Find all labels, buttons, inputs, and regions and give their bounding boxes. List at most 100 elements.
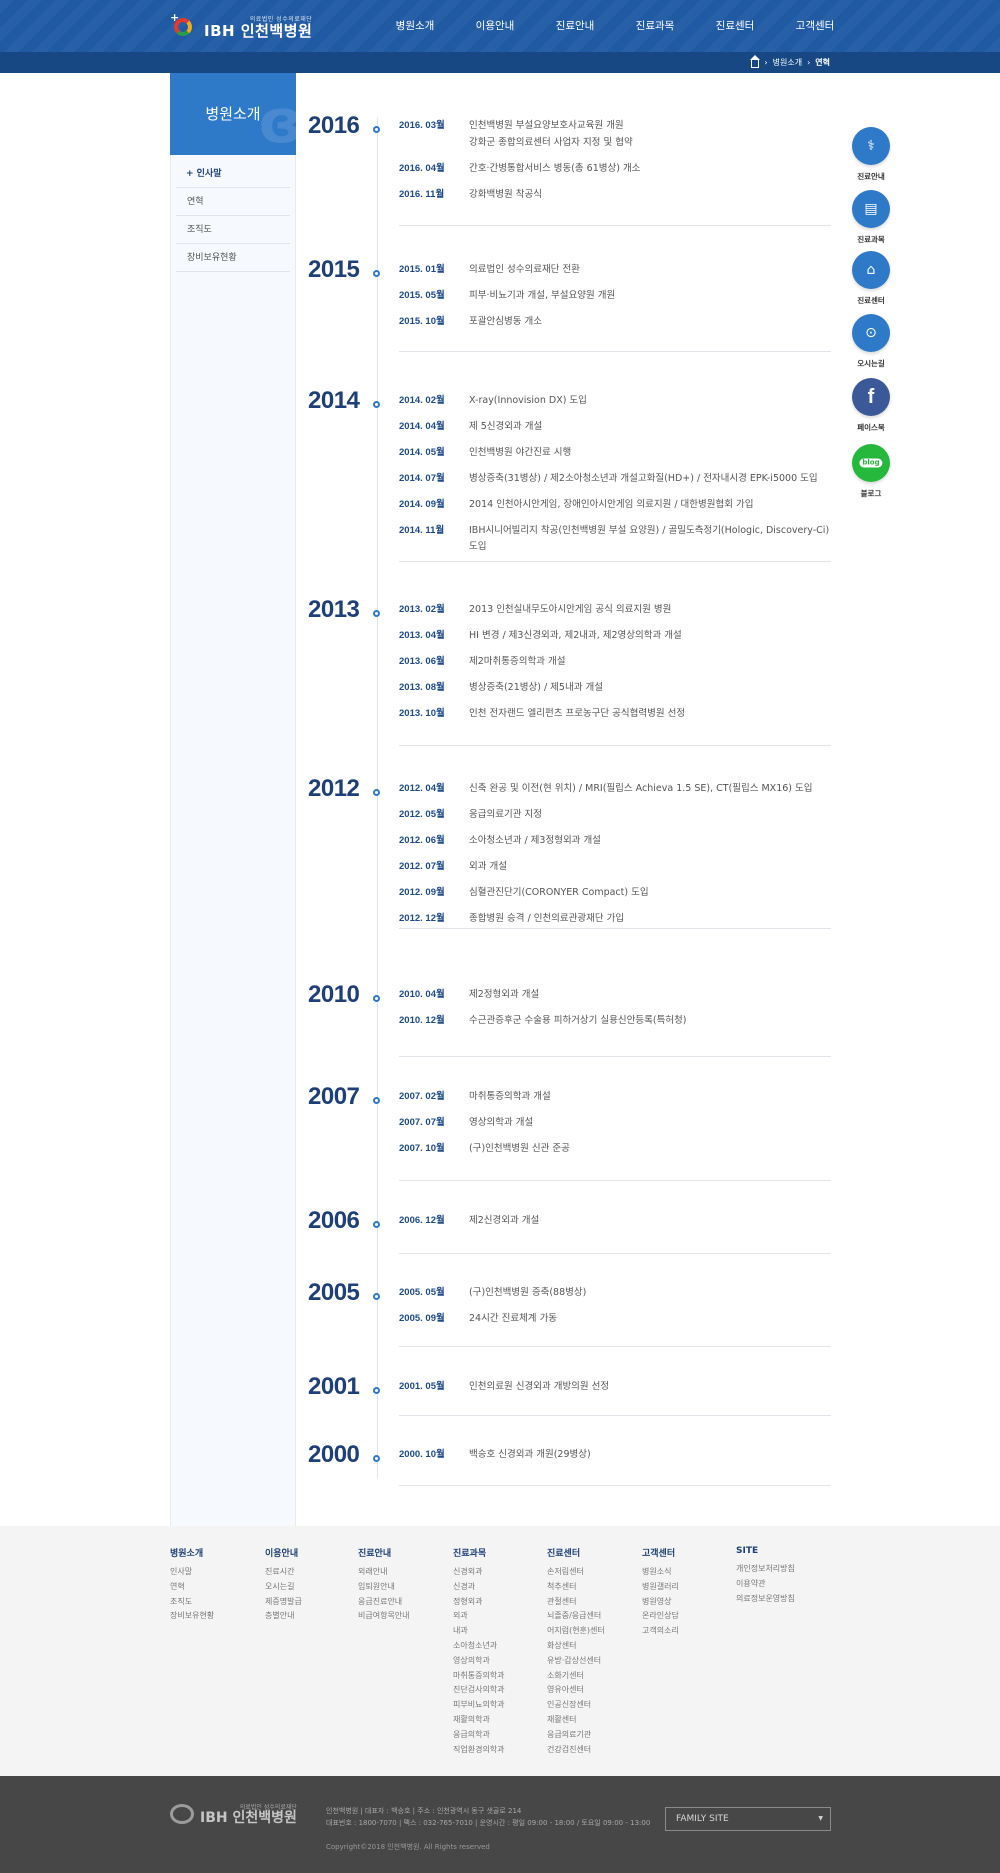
footer-sitemap-link[interactable]: 장비보유현황 [170,1609,260,1624]
footer-sitemap-link[interactable]: 인공신장센터 [547,1698,637,1713]
footer-sitemap-link[interactable]: 병원갤러리 [642,1580,732,1595]
year-label: 2007 [308,1083,360,1110]
quick-menu-button[interactable]: ⚕ [852,127,890,165]
footer-sitemap-link[interactable]: 어지럼(현훈)센터 [547,1624,637,1639]
footer-sitemap-list: 인사말 연혁 조직도 장비보유현황 [170,1565,260,1624]
footer-sitemap-heading[interactable]: 진료센터 [547,1546,637,1559]
nav-item-guide[interactable]: 이용안내 [455,0,535,52]
footer-sitemap-link[interactable]: 개인정보처리방침 [736,1562,826,1577]
blog-icon: blog [859,458,883,468]
footer-sitemap-link[interactable]: 소아청소년과 [453,1639,543,1654]
quick-menu-item[interactable]: f 페이스북 [851,378,891,433]
footer-sitemap-link[interactable]: 신경외과 [453,1565,543,1580]
sidebar-item-greeting[interactable]: + 인사말 [176,160,290,188]
footer-sitemap-link[interactable]: 온라인상담 [642,1609,732,1624]
sidebar-item-history[interactable]: 연혁 [176,188,290,216]
event-date: 2015. 10월 [399,316,445,327]
sidebar-item-equipment[interactable]: 장비보유현황 [176,244,290,272]
year-divider [399,1415,831,1416]
year-divider [399,1056,831,1057]
footer-sitemap-link[interactable]: 재활의학과 [453,1713,543,1728]
footer-sitemap-link[interactable]: 진료시간 [265,1565,355,1580]
footer-sitemap-link[interactable]: 뇌졸중/응급센터 [547,1609,637,1624]
year-divider [399,351,831,352]
footer-sitemap-link[interactable]: 관절센터 [547,1595,637,1610]
nav-item-departments[interactable]: 진료과목 [615,0,695,52]
footer-sitemap-link[interactable]: 소화기센터 [547,1669,637,1684]
quick-menu-button[interactable]: ⌂ [852,251,890,289]
quick-menu-button[interactable]: ⊙ [852,314,890,352]
footer-sitemap-link[interactable]: 정형외과 [453,1595,543,1610]
event-date: 2013. 02월 [399,604,445,615]
event-date: 2014. 05월 [399,447,445,458]
footer-sitemap-link[interactable]: 손저림센터 [547,1565,637,1580]
footer-sitemap-heading[interactable]: SITE [736,1546,826,1556]
footer-sitemap-link[interactable]: 병원영상 [642,1595,732,1610]
footer-sitemap-link[interactable]: 병원소식 [642,1565,732,1580]
footer-sitemap-link[interactable]: 층별안내 [265,1609,355,1624]
quick-menu-button[interactable]: f [852,378,890,416]
footer-sitemap-link[interactable]: 마취통증의학과 [453,1669,543,1684]
event-date: 2016. 11월 [399,189,445,200]
footer-sitemap-link[interactable]: 연혁 [170,1580,260,1595]
footer-sitemap-link[interactable]: 재활센터 [547,1713,637,1728]
timeline-axis [377,118,378,1478]
logo-mark-icon: + [170,11,198,38]
quick-menu-button[interactable]: ▤ [852,190,890,228]
footer-sitemap-link[interactable]: 화상센터 [547,1639,637,1654]
sidebar-item-organization[interactable]: 조직도 [176,216,290,244]
quick-menu-button[interactable]: blog [852,444,890,482]
quick-menu-item[interactable]: blog 블로그 [851,444,891,499]
sidebar-header: ɞ 병원소개 [170,73,296,155]
footer-sitemap-link[interactable]: 의료정보운영방침 [736,1592,826,1607]
footer-sitemap-link[interactable]: 내과 [453,1624,543,1639]
event-text: 강화군 종합의료센터 사업자 지정 및 협약 [469,137,633,148]
footer-sitemap-heading[interactable]: 진료과목 [453,1546,543,1559]
footer-sitemap-link[interactable]: 응급의료기관 [547,1728,637,1743]
chevron-right-icon: › [764,58,768,67]
nav-item-centers[interactable]: 진료센터 [695,0,775,52]
footer-sitemap-link[interactable]: 외래안내 [358,1565,448,1580]
footer-sitemap-link[interactable]: 피부비뇨의학과 [453,1698,543,1713]
footer-sitemap-link[interactable]: 입퇴원안내 [358,1580,448,1595]
quick-menu-item[interactable]: ⊙ 오시는길 [851,314,891,369]
footer-sitemap-link[interactable]: 인사말 [170,1565,260,1580]
footer-sitemap-link[interactable]: 조직도 [170,1595,260,1610]
footer-sitemap-link[interactable]: 신경과 [453,1580,543,1595]
quick-menu-item[interactable]: ⌂ 진료센터 [851,251,891,306]
footer-sitemap-link[interactable]: 진단검사의학과 [453,1683,543,1698]
footer-sitemap-heading[interactable]: 고객센터 [642,1546,732,1559]
footer-sitemap-heading[interactable]: 이용안내 [265,1546,355,1559]
footer-sitemap-link[interactable]: 척추센터 [547,1580,637,1595]
footer-sitemap-link[interactable]: 제증명발급 [265,1595,355,1610]
home-icon[interactable] [750,55,761,68]
event-date: 2006. 12월 [399,1215,445,1226]
footer-sitemap-link[interactable]: 외과 [453,1609,543,1624]
footer-sitemap-link[interactable]: 영상의학과 [453,1654,543,1669]
footer-sitemap-link[interactable]: 비급여항목안내 [358,1609,448,1624]
footer-sitemap-link[interactable]: 유방·갑상선센터 [547,1654,637,1669]
footer-sitemap-link[interactable]: 직업환경의학과 [453,1743,543,1758]
event-date: 2007. 02월 [399,1091,445,1102]
footer-sitemap-link[interactable]: 영유아센터 [547,1683,637,1698]
family-site-select[interactable]: FAMILY SITE ▼ [665,1807,831,1831]
footer-sitemap-link[interactable]: 건강검진센터 [547,1743,637,1758]
footer-sitemap-column: SITE 개인정보처리방침 이용약관 의료정보운영방침 [736,1546,826,1606]
nav-item-about[interactable]: 병원소개 [375,0,455,52]
footer-sitemap-link[interactable]: 응급진료안내 [358,1595,448,1610]
footer-sitemap-link[interactable]: 이용약관 [736,1577,826,1592]
nav-item-customer[interactable]: 고객센터 [775,0,855,52]
quick-menu-item[interactable]: ▤ 진료과목 [851,190,891,245]
breadcrumb-level1[interactable]: 병원소개 [773,52,802,73]
nav-item-treatment[interactable]: 진료안내 [535,0,615,52]
quick-menu-label: 오시는길 [857,359,885,368]
footer-sitemap-heading[interactable]: 병원소개 [170,1546,260,1559]
footer-sitemap-list: 개인정보처리방침 이용약관 의료정보운영방침 [736,1562,826,1606]
footer-sitemap-link[interactable]: 고객의소리 [642,1624,732,1639]
footer-sitemap-link[interactable]: 오시는길 [265,1580,355,1595]
footer-logo: 의료법인 성수의료재단 IBH 인천백병원 [170,1802,297,1826]
footer-sitemap-heading[interactable]: 진료안내 [358,1546,448,1559]
site-logo[interactable]: + 의료법인 성수의료재단 IBH 인천백병원 [170,11,312,40]
footer-sitemap-link[interactable]: 응급의학과 [453,1728,543,1743]
quick-menu-item[interactable]: ⚕ 진료안내 [851,127,891,182]
